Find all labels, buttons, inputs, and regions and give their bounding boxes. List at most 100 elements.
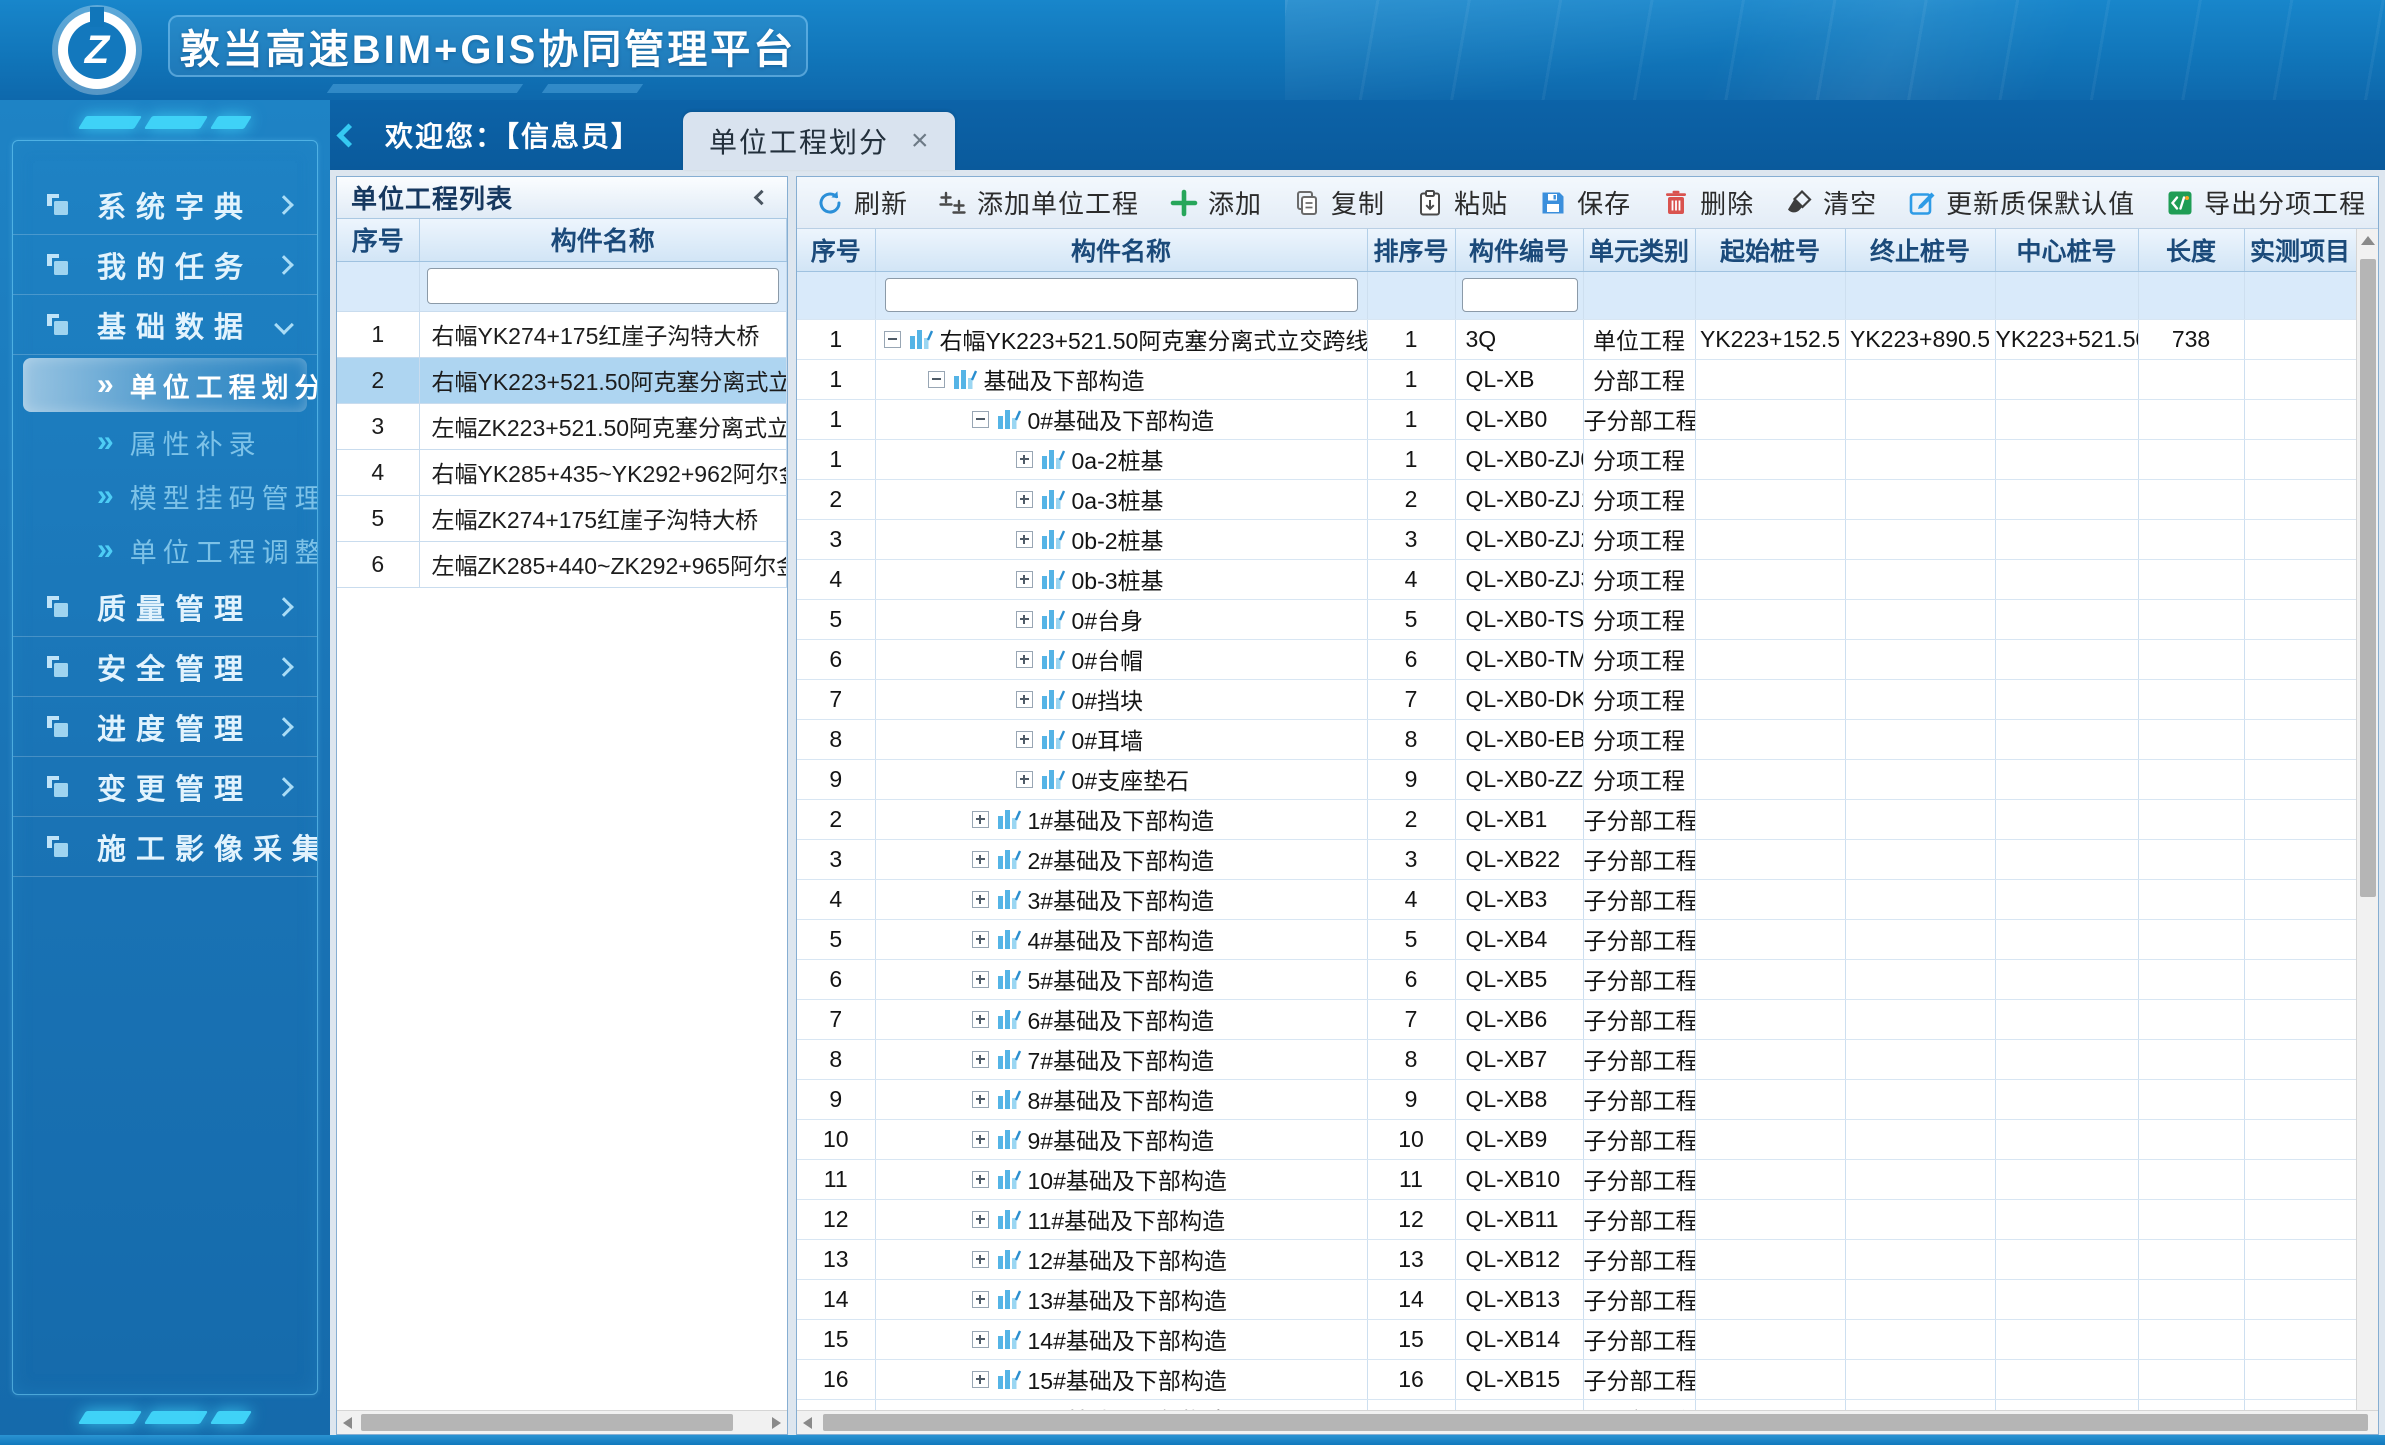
table-row[interactable]: 60#台帽6QL-XB0-TM0分项工程	[797, 639, 2356, 679]
table-row[interactable]: 43#基础及下部构造4QL-XB3子分部工程	[797, 879, 2356, 919]
table-row[interactable]: 1右幅YK223+521.50阿克塞分离式立交跨线大桥13Q单位工程YK223+…	[797, 319, 2356, 359]
table-row[interactable]: 10#基础及下部构造1QL-XB0子分部工程	[797, 399, 2356, 439]
toolbar-delete-button[interactable]: 删除	[1661, 184, 1754, 221]
table-row[interactable]: 1基础及下部构造1QL-XB分部工程	[797, 359, 2356, 399]
table-row[interactable]: 1615#基础及下部构造16QL-XB15子分部工程	[797, 1359, 2356, 1399]
table-row[interactable]: 1413#基础及下部构造14QL-XB13子分部工程	[797, 1279, 2356, 1319]
collapse-node-icon[interactable]	[884, 331, 901, 348]
vertical-scrollbar[interactable]	[2356, 229, 2378, 1410]
toolbar-refresh-button[interactable]: 刷新	[815, 184, 908, 221]
expand-node-icon[interactable]	[972, 1371, 989, 1388]
sidebar-item-system-dictionary[interactable]: 系统字典	[13, 175, 317, 235]
table-row[interactable]: 1211#基础及下部构造12QL-XB11子分部工程	[797, 1199, 2356, 1239]
unit-project-row[interactable]: 1右幅YK274+175红崖子沟特大桥	[337, 311, 787, 357]
table-row[interactable]: 1110#基础及下部构造11QL-XB10子分部工程	[797, 1159, 2356, 1199]
expand-node-icon[interactable]	[972, 891, 989, 908]
unit-project-row[interactable]: 5左幅ZK274+175红崖子沟特大桥	[337, 495, 787, 541]
toolbar-save-button[interactable]: 保存	[1538, 184, 1631, 221]
unit-project-row[interactable]: 6左幅ZK285+440~ZK292+965阿尔金山特长隧道	[337, 541, 787, 587]
table-row[interactable]: 80#耳墙8QL-XB0-EBQ0分项工程	[797, 719, 2356, 759]
table-row[interactable]: 20a-3桩基2QL-XB0-ZJ1分项工程	[797, 479, 2356, 519]
table-row[interactable]: 76#基础及下部构造7QL-XB6子分部工程	[797, 999, 2356, 1039]
expand-node-icon[interactable]	[972, 811, 989, 828]
toolbar-add-button[interactable]: 添加	[1169, 184, 1262, 221]
expand-node-icon[interactable]	[972, 1291, 989, 1308]
expand-node-icon[interactable]	[972, 851, 989, 868]
expand-node-icon[interactable]	[1016, 651, 1033, 668]
table-row[interactable]: 65#基础及下部构造6QL-XB5子分部工程	[797, 959, 2356, 999]
expand-node-icon[interactable]	[1016, 731, 1033, 748]
expand-node-icon[interactable]	[972, 1211, 989, 1228]
component-code-filter-input[interactable]	[1462, 278, 1578, 312]
table-row[interactable]: 87#基础及下部构造8QL-XB7子分部工程	[797, 1039, 2356, 1079]
expand-node-icon[interactable]	[1016, 611, 1033, 628]
table-row[interactable]: 90#支座垫石9QL-XB0-ZZDS0分项工程	[797, 759, 2356, 799]
sidebar-subitem-model-code-management[interactable]: »模型挂码管理	[13, 469, 317, 523]
scrollbar-thumb[interactable]	[361, 1414, 733, 1431]
table-row[interactable]: 1514#基础及下部构造15QL-XB14子分部工程	[797, 1319, 2356, 1359]
scroll-left-icon[interactable]	[343, 1417, 352, 1429]
tab-unit-project-division[interactable]: 单位工程划分 ×	[683, 112, 955, 170]
sidebar-subitem-unit-project-division[interactable]: »单位工程划分	[23, 358, 307, 412]
expand-node-icon[interactable]	[1016, 531, 1033, 548]
table-row[interactable]: 21#基础及下部构造2QL-XB1子分部工程	[797, 799, 2356, 839]
expand-node-icon[interactable]	[1016, 771, 1033, 788]
sidebar-item-change-management[interactable]: 变更管理	[13, 757, 317, 817]
sidebar-subitem-unit-project-adjust[interactable]: »单位工程调整	[13, 523, 317, 577]
toolbar-clear-button[interactable]: 清空	[1784, 184, 1877, 221]
component-name-filter-input[interactable]	[885, 278, 1358, 312]
table-row[interactable]: 1716#基础及下部构造17QL-XB16子分部工程	[797, 1399, 2356, 1410]
collapse-sidebar-icon[interactable]	[336, 123, 360, 147]
table-row[interactable]: 109#基础及下部构造10QL-XB9子分部工程	[797, 1119, 2356, 1159]
expand-node-icon[interactable]	[972, 1251, 989, 1268]
toolbar-copy-button[interactable]: 复制	[1292, 184, 1385, 221]
expand-node-icon[interactable]	[1016, 571, 1033, 588]
expand-node-icon[interactable]	[972, 1171, 989, 1188]
unit-name-filter-input[interactable]	[427, 268, 780, 304]
unit-project-row[interactable]: 3左幅ZK223+521.50阿克塞分离式立交跨线大桥	[337, 403, 787, 449]
toolbar-add-unit-project-button[interactable]: 添加单位工程	[938, 184, 1139, 221]
expand-node-icon[interactable]	[972, 1331, 989, 1348]
main-horizontal-scrollbar[interactable]	[797, 1410, 2378, 1434]
expand-node-icon[interactable]	[1016, 491, 1033, 508]
scroll-up-icon[interactable]	[2361, 236, 2375, 245]
table-row[interactable]: 70#挡块7QL-XB0-DK0分项工程	[797, 679, 2356, 719]
toolbar-update-qa-default-button[interactable]: 更新质保默认值	[1907, 184, 2135, 221]
unit-project-row[interactable]: 4右幅YK285+435~YK292+962阿尔金山特长隧道	[337, 449, 787, 495]
sidebar-item-my-tasks[interactable]: 我的任务	[13, 235, 317, 295]
table-row[interactable]: 30b-2桩基3QL-XB0-ZJ2分项工程	[797, 519, 2356, 559]
scroll-right-icon[interactable]	[772, 1417, 781, 1429]
table-row[interactable]: 1312#基础及下部构造13QL-XB12子分部工程	[797, 1239, 2356, 1279]
unit-project-row[interactable]: 2右幅YK223+521.50阿克塞分离式立交跨线大桥	[337, 357, 787, 403]
expand-node-icon[interactable]	[972, 1051, 989, 1068]
scroll-left-icon[interactable]	[803, 1417, 812, 1429]
expand-node-icon[interactable]	[972, 1131, 989, 1148]
collapse-node-icon[interactable]	[928, 371, 945, 388]
table-row[interactable]: 40b-3桩基4QL-XB0-ZJ3分项工程	[797, 559, 2356, 599]
toolbar-export-subitem-button[interactable]: 导出分项工程	[2165, 184, 2366, 221]
sidebar-subitem-attribute-supplement[interactable]: »属性补录	[13, 415, 317, 469]
sidebar-item-base-data[interactable]: 基础数据	[13, 295, 317, 355]
collapse-node-icon[interactable]	[972, 411, 989, 428]
expand-node-icon[interactable]	[972, 971, 989, 988]
expand-node-icon[interactable]	[972, 1011, 989, 1028]
unit-horizontal-scrollbar[interactable]	[337, 1410, 787, 1434]
expand-node-icon[interactable]	[1016, 691, 1033, 708]
close-tab-icon[interactable]: ×	[911, 126, 929, 156]
scrollbar-thumb[interactable]	[2360, 259, 2376, 897]
expand-node-icon[interactable]	[972, 931, 989, 948]
sidebar-item-construction-image-collection[interactable]: 施工影像采集	[13, 817, 317, 877]
table-row[interactable]: 10a-2桩基1QL-XB0-ZJ0分项工程	[797, 439, 2356, 479]
expand-node-icon[interactable]	[972, 1091, 989, 1108]
sidebar-item-quality-management[interactable]: 质量管理	[13, 577, 317, 637]
table-row[interactable]: 50#台身5QL-XB0-TS0分项工程	[797, 599, 2356, 639]
collapse-panel-icon[interactable]	[754, 190, 770, 206]
table-row[interactable]: 54#基础及下部构造5QL-XB4子分部工程	[797, 919, 2356, 959]
toolbar-paste-button[interactable]: 粘贴	[1415, 184, 1508, 221]
table-row[interactable]: 98#基础及下部构造9QL-XB8子分部工程	[797, 1079, 2356, 1119]
sidebar-item-progress-management[interactable]: 进度管理	[13, 697, 317, 757]
scrollbar-thumb[interactable]	[823, 1414, 2368, 1431]
expand-node-icon[interactable]	[1016, 451, 1033, 468]
table-row[interactable]: 32#基础及下部构造3QL-XB22子分部工程	[797, 839, 2356, 879]
sidebar-item-safety-management[interactable]: 安全管理	[13, 637, 317, 697]
